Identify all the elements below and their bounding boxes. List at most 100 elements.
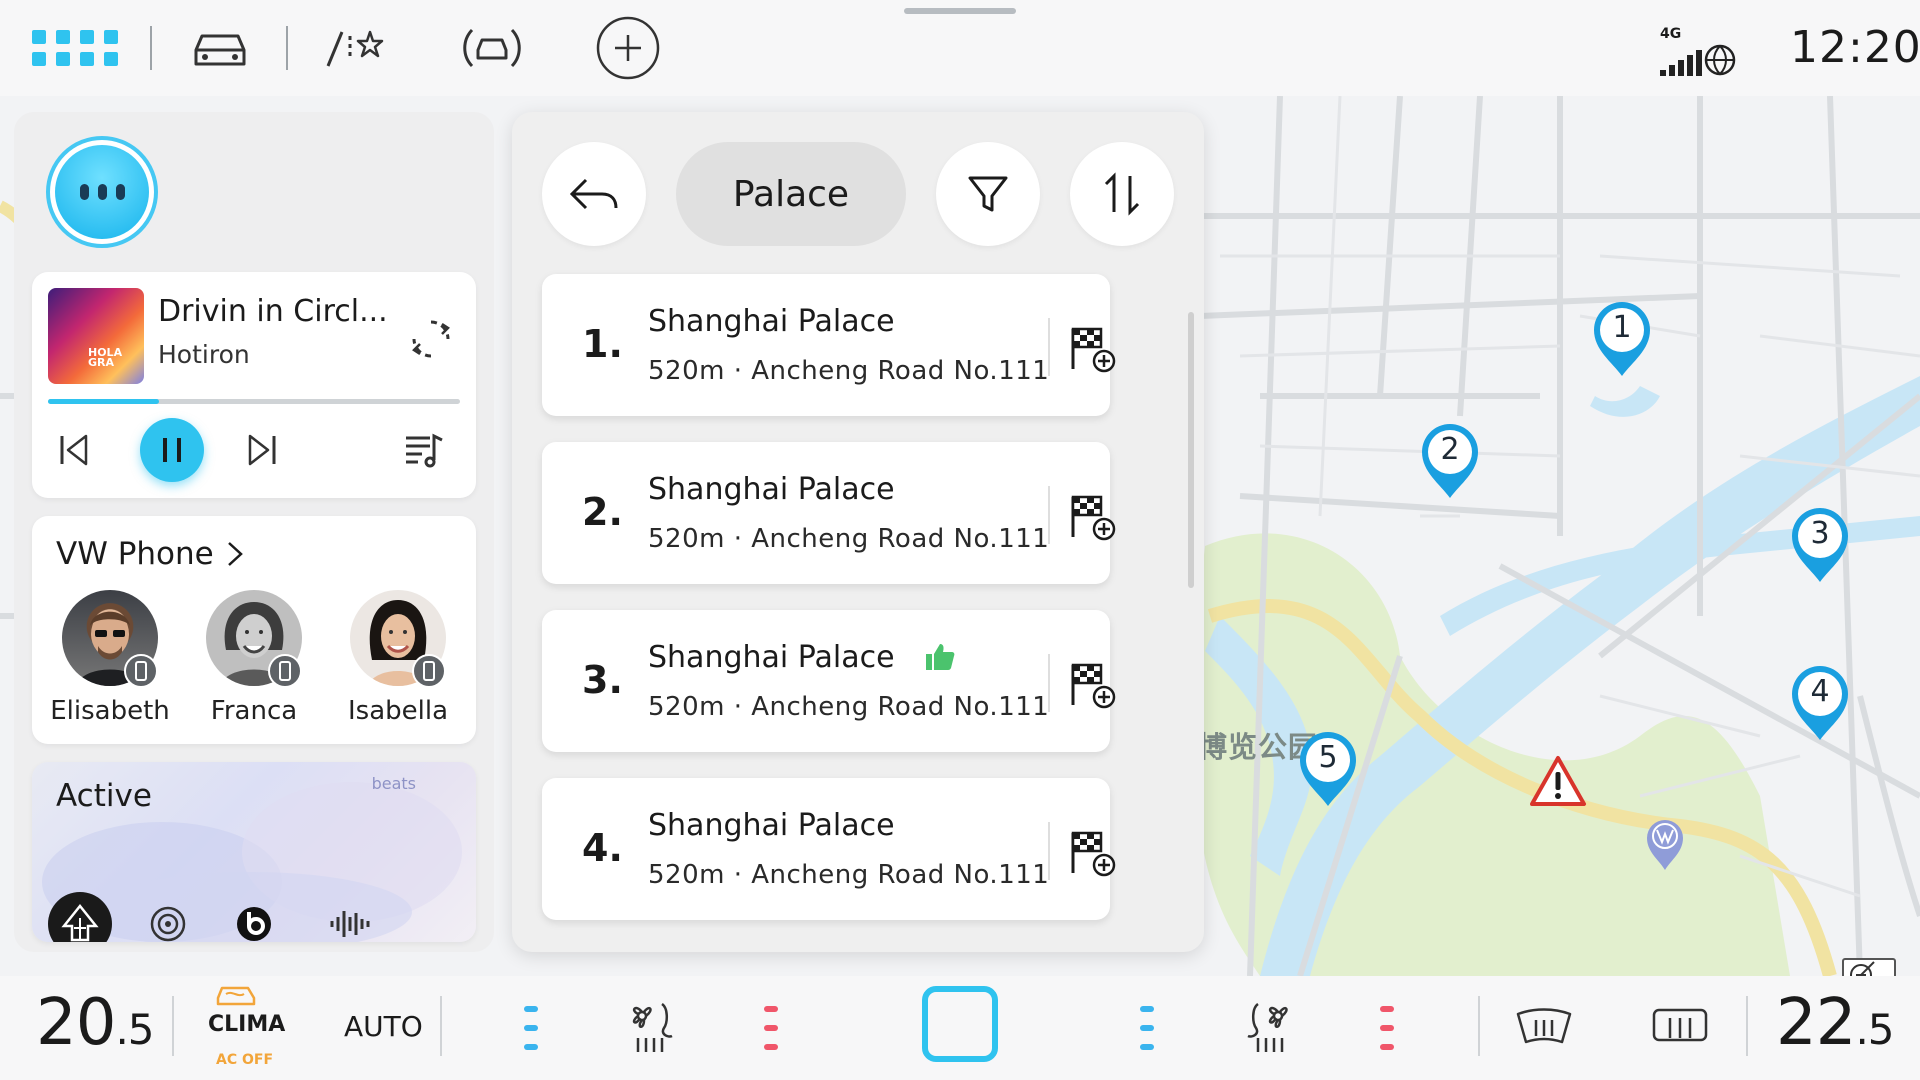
light-effects-icon[interactable] <box>322 14 390 82</box>
map-pin[interactable]: 4 <box>1788 662 1852 746</box>
rear-defrost-button[interactable] <box>1642 990 1718 1066</box>
equalizer-button[interactable] <box>318 892 382 942</box>
seat-heat-level-right[interactable] <box>1380 1006 1394 1050</box>
previous-icon <box>60 434 88 466</box>
clock: 12:20 <box>1790 22 1920 73</box>
map-pin-label: 3 <box>1810 516 1830 551</box>
map-pin-label: 5 <box>1318 740 1338 775</box>
divider <box>440 996 442 1056</box>
media-player-card[interactable]: HOLA GRA Drivin in Circl... Hotiron <box>32 272 476 498</box>
drag-handle[interactable] <box>904 8 1016 14</box>
track-progress[interactable] <box>48 399 460 404</box>
dealer-pin-icon[interactable] <box>1643 816 1687 872</box>
driver-temperature[interactable]: 20.5 <box>36 986 155 1060</box>
car-icon[interactable] <box>186 14 254 82</box>
result-details: 520m · Ancheng Road No.111 <box>648 524 1050 554</box>
add-waypoint-button[interactable] <box>1062 656 1122 716</box>
seat-ventilation-left-button[interactable] <box>614 990 690 1066</box>
passenger-temperature[interactable]: 22.5 <box>1776 986 1895 1060</box>
front-defrost-button[interactable] <box>1506 990 1582 1066</box>
search-result-item[interactable]: 4. Shanghai Palace 520m · Ancheng Road N… <box>542 778 1116 920</box>
phone-title: VW Phone <box>56 536 214 572</box>
result-address: Ancheng Road No.111 <box>751 860 1050 890</box>
album-art-text: HOLA GRA <box>88 346 123 369</box>
result-distance: 520m <box>648 692 725 722</box>
app-grid-icon[interactable] <box>28 14 124 82</box>
divider <box>1048 822 1050 880</box>
signal-icon: 4G <box>1656 22 1740 90</box>
divider <box>150 26 152 70</box>
add-waypoint-button[interactable] <box>1062 320 1122 380</box>
add-waypoint-button[interactable] <box>1062 824 1122 884</box>
search-result-item[interactable]: 2. Shanghai Palace 520m · Ancheng Road N… <box>542 442 1116 584</box>
surround-button[interactable] <box>136 892 200 942</box>
front-defrost-icon <box>1516 1008 1572 1044</box>
sound-mode-title: Active <box>56 778 152 814</box>
map-pin[interactable]: 3 <box>1788 504 1852 588</box>
divider <box>1048 486 1050 544</box>
result-address: Ancheng Road No.111 <box>751 692 1050 722</box>
search-query-field[interactable]: Palace <box>676 142 906 246</box>
back-button[interactable] <box>542 142 646 246</box>
divider <box>1746 996 1748 1056</box>
beats-button[interactable] <box>222 892 286 942</box>
voice-assistant-button[interactable] <box>46 136 158 248</box>
phone-card: VW Phone Elisabeth Franca Isabella <box>32 516 476 744</box>
results-scrollbar[interactable] <box>1188 312 1194 588</box>
traffic-warning-icon[interactable] <box>1528 754 1588 808</box>
map-pin-label: 2 <box>1440 432 1460 467</box>
previous-button[interactable] <box>42 418 106 482</box>
map-pin[interactable]: 2 <box>1418 420 1482 504</box>
result-distance: 520m <box>648 356 725 386</box>
pause-button[interactable] <box>140 418 204 482</box>
playlist-button[interactable] <box>392 418 456 482</box>
home-button[interactable] <box>922 986 998 1062</box>
auto-climate-button[interactable]: AUTO <box>344 1010 423 1043</box>
checkered-flag-add-icon <box>1071 495 1116 541</box>
seat-ventilation-right-button[interactable] <box>1230 990 1306 1066</box>
pause-icon <box>163 438 181 462</box>
track-artist: Hotiron <box>158 340 250 369</box>
search-result-item[interactable]: 3. Shanghai Palace 520m · Ancheng Road N… <box>542 610 1116 752</box>
beats-logo: beats <box>371 774 416 793</box>
fan-level-right[interactable] <box>1140 1006 1154 1050</box>
next-button[interactable] <box>230 418 294 482</box>
fan-level-left[interactable] <box>524 1006 538 1050</box>
search-result-item[interactable]: 1. Shanghai Palace 520m · Ancheng Road N… <box>542 274 1116 416</box>
surround-icon <box>150 906 186 942</box>
next-icon <box>248 434 276 466</box>
phone-device-icon <box>124 654 158 688</box>
seat-heat-level-left[interactable] <box>764 1006 778 1050</box>
result-title: Shanghai Palace <box>648 808 895 843</box>
seat-fan-icon <box>1247 1002 1288 1052</box>
divider <box>172 996 174 1056</box>
car-assist-icon[interactable] <box>456 14 528 82</box>
contact-item[interactable]: Isabella <box>328 590 468 726</box>
shuffle-icon[interactable] <box>408 316 454 366</box>
map-pin[interactable]: 5 <box>1296 728 1360 812</box>
result-number: 4. <box>582 826 623 870</box>
divider <box>1048 654 1050 712</box>
result-number: 2. <box>582 490 623 534</box>
widget-column: HOLA GRA Drivin in Circl... Hotiron VW P… <box>14 112 494 952</box>
sound-mode-card[interactable]: Active beats <box>32 762 476 942</box>
checkered-flag-add-icon <box>1071 327 1116 373</box>
add-waypoint-button[interactable] <box>1062 488 1122 548</box>
clima-button[interactable]: CLIMA <box>208 1012 285 1037</box>
result-address: Ancheng Road No.111 <box>751 356 1050 386</box>
result-address: Ancheng Road No.111 <box>751 524 1050 554</box>
result-details: 520m · Ancheng Road No.111 <box>648 356 1050 386</box>
phone-header[interactable]: VW Phone <box>56 536 244 572</box>
checkered-flag-add-icon <box>1071 663 1116 709</box>
album-art[interactable]: HOLA GRA <box>48 288 144 384</box>
add-widget-button[interactable] <box>594 14 662 82</box>
beats-icon <box>237 907 271 941</box>
contact-item[interactable]: Franca <box>184 590 324 726</box>
ambient-button[interactable] <box>48 892 112 942</box>
map-pin[interactable]: 1 <box>1590 298 1654 382</box>
contact-item[interactable]: Elisabeth <box>40 590 180 726</box>
map-view-toggle-button[interactable] <box>1842 958 1896 976</box>
sort-button[interactable] <box>1070 142 1174 246</box>
network-type: 4G <box>1660 26 1682 42</box>
filter-button[interactable] <box>936 142 1040 246</box>
